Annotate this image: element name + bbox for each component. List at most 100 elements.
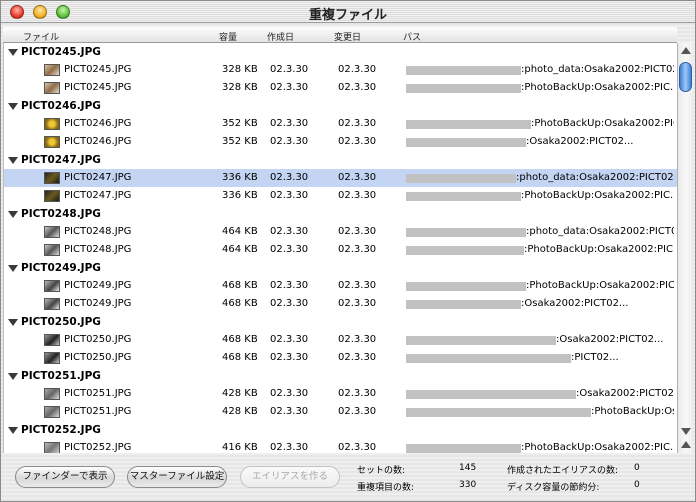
created-date: 02.3.30 xyxy=(270,406,309,417)
created-date: 02.3.30 xyxy=(270,190,309,201)
photo-thumbnail-icon xyxy=(44,406,60,418)
photo-thumbnail-icon xyxy=(44,334,60,346)
modified-date: 02.3.30 xyxy=(338,136,377,147)
group-row[interactable]: PICT0247.JPG xyxy=(4,151,677,169)
column-name[interactable]: ファイル xyxy=(23,30,59,43)
column-modified[interactable]: 変更日 xyxy=(334,30,361,43)
photo-thumbnail-icon xyxy=(44,64,60,76)
file-path: :PhotoBackUp:Osaka2002:PIC... xyxy=(521,190,674,201)
column-header: ファイル 容量 作成日 変更日 パス xyxy=(3,27,677,43)
file-row[interactable]: PICT0247.JPG 336 KB 02.3.30 02.3.30:PhotoBa… xyxy=(4,187,677,205)
group-row[interactable]: PICT0246.JPG xyxy=(4,97,677,115)
modified-date: 02.3.30 xyxy=(338,298,377,309)
title-bar[interactable]: 重複ファイル xyxy=(1,1,695,23)
disclosure-triangle-icon[interactable] xyxy=(8,373,18,380)
file-row[interactable]: PICT0248.JPG 464 KB 02.3.30 02.3.30:PhotoBa… xyxy=(4,241,677,259)
file-row[interactable]: PICT0250.JPG 468 KB 02.3.30 02.3.30:Osaka20… xyxy=(4,331,677,349)
file-name: PICT0247.JPG xyxy=(64,190,132,201)
column-size[interactable]: 容量 xyxy=(219,30,237,43)
photo-thumbnail-icon xyxy=(44,172,60,184)
file-row[interactable]: PICT0251.JPG 428 KB 02.3.30 02.3.30:Osaka20… xyxy=(4,385,677,403)
disclosure-triangle-icon[interactable] xyxy=(8,211,18,218)
file-size: 428 KB xyxy=(222,388,258,399)
vertical-scrollbar[interactable] xyxy=(677,43,693,453)
file-path: :PhotoBackUp:Osaka2002:PIC... xyxy=(591,406,674,417)
file-size: 352 KB xyxy=(222,118,258,129)
file-name: PICT0246.JPG xyxy=(64,118,132,129)
modified-date: 02.3.30 xyxy=(338,244,377,255)
duplicate-file-list[interactable]: PICT0245.JPG PICT0245.JPG 328 KB 02.3.30 02.… xyxy=(3,43,677,453)
master-file-settings-button[interactable]: マスターファイル設定 xyxy=(127,466,227,488)
redacted-path-prefix xyxy=(406,138,526,147)
disclosure-triangle-icon[interactable] xyxy=(8,103,18,110)
file-size: 464 KB xyxy=(222,244,258,255)
group-label: PICT0251.JPG xyxy=(21,370,101,382)
file-row[interactable]: PICT0245.JPG 328 KB 02.3.30 02.3.30:photo_d… xyxy=(4,61,677,79)
photo-thumbnail-icon xyxy=(44,442,60,453)
photo-thumbnail-icon xyxy=(44,118,60,130)
file-row[interactable]: PICT0245.JPG 328 KB 02.3.30 02.3.30:PhotoBa… xyxy=(4,79,677,97)
file-path: :Osaka2002:PICT02... xyxy=(521,298,629,309)
file-row[interactable]: PICT0251.JPG 428 KB 02.3.30 02.3.30:PhotoBa… xyxy=(4,403,677,421)
disclosure-triangle-icon[interactable] xyxy=(8,319,18,326)
group-row[interactable]: PICT0252.JPG xyxy=(4,421,677,439)
duplicate-items-label: 重複項目の数: xyxy=(357,483,415,493)
file-row[interactable]: PICT0250.JPG 468 KB 02.3.30 02.3.30:PICT02.… xyxy=(4,349,677,367)
file-size: 428 KB xyxy=(222,406,258,417)
redacted-path-prefix xyxy=(406,66,521,75)
group-row[interactable]: PICT0245.JPG xyxy=(4,43,677,61)
photo-thumbnail-icon xyxy=(44,280,60,292)
file-size: 468 KB xyxy=(222,280,258,291)
file-name: PICT0246.JPG xyxy=(64,136,132,147)
disclosure-triangle-icon[interactable] xyxy=(8,157,18,164)
scroll-up-arrow-icon[interactable] xyxy=(681,47,691,54)
file-row[interactable]: PICT0248.JPG 464 KB 02.3.30 02.3.30:photo_d… xyxy=(4,223,677,241)
window-title: 重複ファイル xyxy=(308,8,387,23)
photo-thumbnail-icon xyxy=(44,352,60,364)
scroll-down-arrow-icon[interactable] xyxy=(681,428,691,435)
duplicate-items-value: 330 xyxy=(459,480,477,490)
column-created[interactable]: 作成日 xyxy=(267,30,294,43)
group-row[interactable]: PICT0249.JPG xyxy=(4,259,677,277)
file-name: PICT0248.JPG xyxy=(64,226,132,237)
file-row[interactable]: PICT0247.JPG 336 KB 02.3.30 02.3.30:photo_d… xyxy=(4,169,677,187)
scroll-up-arrow-icon[interactable] xyxy=(681,441,691,448)
disclosure-triangle-icon[interactable] xyxy=(8,265,18,272)
created-date: 02.3.30 xyxy=(270,334,309,345)
sets-value: 145 xyxy=(459,463,477,473)
file-size: 416 KB xyxy=(222,442,258,453)
group-row[interactable]: PICT0248.JPG xyxy=(4,205,677,223)
group-row[interactable]: PICT0250.JPG xyxy=(4,313,677,331)
file-path: :PhotoBackUp:Osaka2002:PIC... xyxy=(521,82,674,93)
photo-thumbnail-icon xyxy=(44,226,60,238)
disclosure-triangle-icon[interactable] xyxy=(8,427,18,434)
file-path: :photo_data:Osaka2002:PICT02... xyxy=(526,226,674,237)
show-in-finder-button[interactable]: ファインダーで表示 xyxy=(15,466,115,488)
aliases-created-value: 0 xyxy=(634,463,640,473)
created-date: 02.3.30 xyxy=(270,136,309,147)
redacted-path-prefix xyxy=(406,84,521,93)
file-path: :Osaka2002:PICT02... xyxy=(556,334,664,345)
scroll-thumb[interactable] xyxy=(679,62,692,92)
file-size: 336 KB xyxy=(222,172,258,183)
modified-date: 02.3.30 xyxy=(338,388,377,399)
disclosure-triangle-icon[interactable] xyxy=(8,49,18,56)
file-name: PICT0251.JPG xyxy=(64,406,132,417)
photo-thumbnail-icon xyxy=(44,298,60,310)
modified-date: 02.3.30 xyxy=(338,64,377,75)
file-name: PICT0252.JPG xyxy=(64,442,132,453)
file-row[interactable]: PICT0246.JPG 352 KB 02.3.30 02.3.30:PhotoBa… xyxy=(4,115,677,133)
created-date: 02.3.30 xyxy=(270,172,309,183)
file-row[interactable]: PICT0249.JPG 468 KB 02.3.30 02.3.30:Osaka20… xyxy=(4,295,677,313)
redacted-path-prefix xyxy=(406,300,521,309)
make-alias-button[interactable]: エイリアスを作る xyxy=(240,466,340,488)
file-row[interactable]: PICT0252.JPG 416 KB 02.3.30 02.3.30:PhotoBa… xyxy=(4,439,677,453)
redacted-path-prefix xyxy=(406,354,571,363)
bottom-toolbar: ファインダーで表示 マスターファイル設定 エイリアスを作る セットの数: 145… xyxy=(1,454,695,501)
file-row[interactable]: PICT0246.JPG 352 KB 02.3.30 02.3.30:Osaka20… xyxy=(4,133,677,151)
redacted-path-prefix xyxy=(406,390,576,399)
file-size: 352 KB xyxy=(222,136,258,147)
group-row[interactable]: PICT0251.JPG xyxy=(4,367,677,385)
column-path[interactable]: パス xyxy=(403,30,421,43)
file-row[interactable]: PICT0249.JPG 468 KB 02.3.30 02.3.30:PhotoBa… xyxy=(4,277,677,295)
